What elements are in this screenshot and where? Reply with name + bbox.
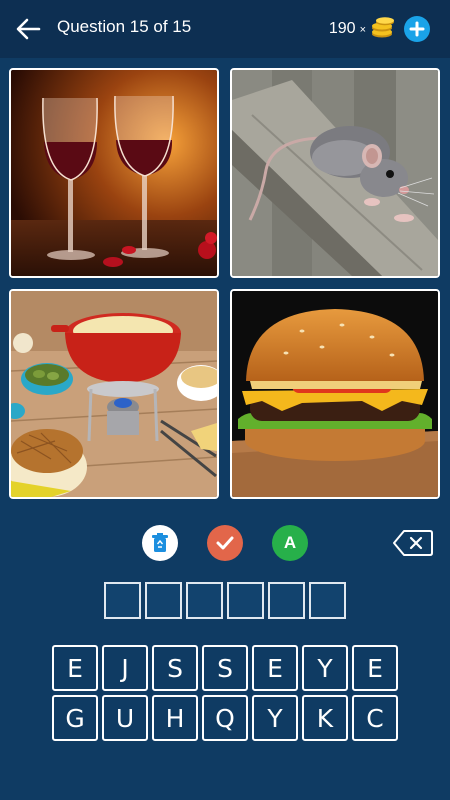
letter-key[interactable]: J (102, 645, 148, 691)
reveal-letter-label: A (283, 533, 297, 552)
top-bar: Question 15 of 15 190 × (0, 0, 450, 58)
coin-count: 190 (328, 20, 356, 37)
letter-key[interactable]: Y (302, 645, 348, 691)
game-screen: Question 15 of 15 190 × A E J S S E Y E … (0, 0, 450, 800)
letter-key[interactable]: U (102, 695, 148, 741)
coin-stack-icon (370, 16, 396, 43)
backspace-button[interactable] (392, 527, 434, 559)
letter-key[interactable]: Y (252, 695, 298, 741)
letter-key[interactable]: H (152, 695, 198, 741)
plus-icon (409, 21, 425, 37)
letter-key[interactable]: E (252, 645, 298, 691)
question-counter: Question 15 of 15 (57, 17, 192, 36)
letter-key[interactable]: S (152, 645, 198, 691)
solve-button[interactable] (207, 525, 243, 561)
add-coins-button[interactable] (404, 16, 430, 42)
answer-slot[interactable] (145, 582, 182, 619)
letter-key[interactable]: E (52, 645, 98, 691)
letter-key[interactable]: C (352, 695, 398, 741)
letter-key[interactable]: G (52, 695, 98, 741)
answer-slot[interactable] (104, 582, 141, 619)
answer-slot[interactable] (268, 582, 305, 619)
check-icon (216, 536, 234, 550)
remove-letters-button[interactable] (142, 525, 178, 561)
answer-slot[interactable] (186, 582, 223, 619)
answer-slot[interactable] (227, 582, 264, 619)
back-arrow-icon[interactable] (12, 13, 44, 45)
picture-cheeseburger (230, 289, 440, 499)
letter-key[interactable]: Q (202, 695, 248, 741)
trash-recycle-icon (152, 533, 168, 552)
answer-slot[interactable] (309, 582, 346, 619)
reveal-letter-button[interactable]: A (272, 525, 308, 561)
picture-rat (230, 68, 440, 278)
backspace-icon (393, 530, 433, 556)
letter-key[interactable]: E (352, 645, 398, 691)
picture-wine-glasses (9, 68, 219, 278)
coin-balance: 190 × (329, 14, 430, 44)
picture-cheese-fondue (9, 289, 219, 499)
coin-multiplier: × (359, 24, 366, 36)
letter-key[interactable]: S (202, 645, 248, 691)
letter-key[interactable]: K (302, 695, 348, 741)
